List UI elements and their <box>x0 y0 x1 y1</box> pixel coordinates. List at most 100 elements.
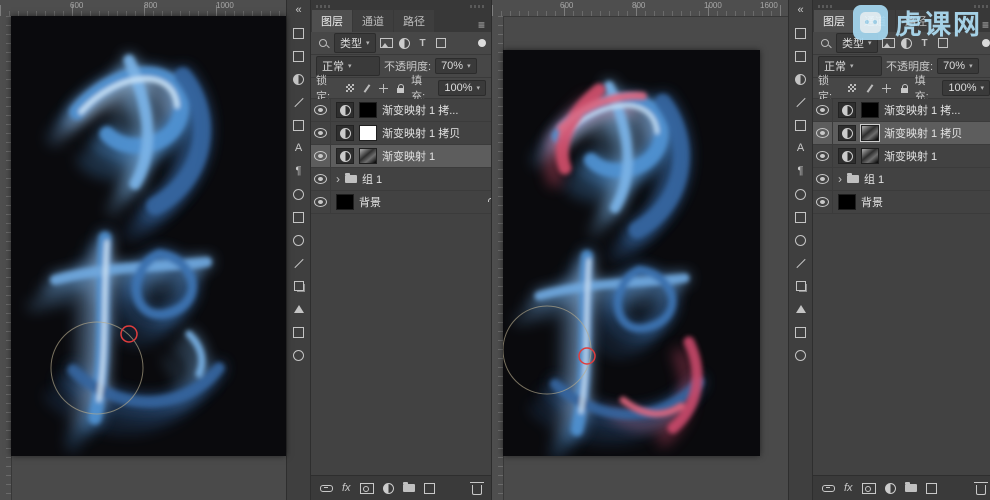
swatches-icon[interactable] <box>291 49 306 63</box>
background-layer-row[interactable]: 背景 <box>813 191 990 214</box>
filter-shape-layers-icon[interactable] <box>434 36 448 50</box>
layer-thumb[interactable] <box>336 194 354 210</box>
visibility-toggle[interactable] <box>813 168 833 190</box>
fill-dropdown[interactable]: 100% ▾ <box>942 80 990 96</box>
layer-mask-thumb[interactable] <box>861 102 879 118</box>
layer-mask-icon[interactable] <box>861 482 876 494</box>
curves-icon[interactable] <box>793 256 808 270</box>
visibility-toggle[interactable] <box>311 191 331 213</box>
layer-style-fx-icon[interactable]: fx <box>844 482 853 494</box>
visibility-toggle[interactable] <box>813 99 833 121</box>
layer-thumb[interactable] <box>838 194 856 210</box>
navigator-icon[interactable] <box>793 302 808 316</box>
visibility-toggle[interactable] <box>813 122 833 144</box>
link-layers-icon[interactable] <box>822 484 835 492</box>
layer-name[interactable]: 渐变映射 1 拷... <box>884 102 960 118</box>
layer-name[interactable]: 渐变映射 1 拷贝 <box>884 125 962 141</box>
group-row[interactable]: › 组 1 <box>311 168 491 191</box>
fill-dropdown[interactable]: 100% ▾ <box>438 80 486 96</box>
character-panel-icon[interactable]: A <box>291 141 306 155</box>
filter-toggle[interactable] <box>478 39 486 47</box>
document-canvas-left[interactable] <box>11 16 286 456</box>
layer-name[interactable]: 背景 <box>861 194 883 210</box>
collapse-panels-icon[interactable]: « <box>793 3 808 17</box>
lock-all-icon[interactable] <box>394 81 407 95</box>
new-group-icon[interactable] <box>904 482 917 492</box>
group-row[interactable]: › 组 1 <box>813 168 990 191</box>
brush-settings-icon[interactable] <box>291 26 306 40</box>
gradient-icon[interactable] <box>793 95 808 109</box>
adjustment-layer-thumb[interactable] <box>336 148 354 164</box>
layer-name[interactable]: 渐变映射 1 <box>382 148 435 164</box>
lock-transparency-icon[interactable] <box>846 81 859 95</box>
libraries-icon[interactable] <box>291 348 306 362</box>
new-group-icon[interactable] <box>402 482 415 492</box>
crop-icon[interactable] <box>793 279 808 293</box>
layer-row-selected[interactable]: 渐变映射 1 拷贝 <box>813 122 990 145</box>
lock-position-icon[interactable] <box>880 81 893 95</box>
libraries-icon[interactable] <box>793 348 808 362</box>
panel-menu-icon[interactable]: ≡ <box>472 18 491 32</box>
visibility-toggle[interactable] <box>311 168 331 190</box>
adjustment-layer-icon[interactable] <box>884 482 896 494</box>
filter-type-layers-icon[interactable]: T <box>416 36 430 50</box>
layer-mask-thumb[interactable] <box>861 148 879 164</box>
group-expand-chevron-icon[interactable]: › <box>838 173 842 185</box>
adjustment-layer-thumb[interactable] <box>838 102 856 118</box>
tab-paths[interactable]: 路径 <box>394 10 434 32</box>
document-canvas-right[interactable] <box>503 50 760 456</box>
gradient-icon[interactable] <box>291 95 306 109</box>
layer-row[interactable]: 渐变映射 1 拷... <box>813 99 990 122</box>
layer-mask-thumb[interactable] <box>359 148 377 164</box>
layer-mask-thumb[interactable] <box>359 125 377 141</box>
new-layer-icon[interactable] <box>423 482 435 494</box>
adjustment-layer-thumb[interactable] <box>838 125 856 141</box>
styles-icon[interactable] <box>291 118 306 132</box>
layer-style-fx-icon[interactable]: fx <box>342 482 351 494</box>
layer-mask-icon[interactable] <box>359 482 374 494</box>
info-icon[interactable] <box>291 233 306 247</box>
lock-pixels-icon[interactable] <box>863 81 876 95</box>
navigator-icon[interactable] <box>291 302 306 316</box>
lock-position-icon[interactable] <box>377 81 390 95</box>
layer-row[interactable]: 渐变映射 1 <box>813 145 990 168</box>
canvas-area-left[interactable]: 600 800 1000 <box>0 0 286 500</box>
tab-layers[interactable]: 图层 <box>814 10 854 32</box>
tab-layers[interactable]: 图层 <box>312 10 352 32</box>
layer-name[interactable]: 背景 <box>359 194 381 210</box>
collapse-panels-icon[interactable]: « <box>291 3 306 17</box>
opacity-dropdown[interactable]: 70% ▾ <box>937 58 979 74</box>
group-name[interactable]: 组 1 <box>362 171 382 187</box>
filter-adjustment-layers-icon[interactable] <box>398 36 412 50</box>
filter-pixel-layers-icon[interactable] <box>380 36 394 50</box>
delete-layer-icon[interactable] <box>470 481 484 495</box>
adjustments-icon[interactable] <box>793 72 808 86</box>
background-layer-row[interactable]: 背景 <box>311 191 491 214</box>
new-layer-icon[interactable] <box>925 482 937 494</box>
group-name[interactable]: 组 1 <box>864 171 884 187</box>
canvas-area-right[interactable]: 600 800 1000 1600 <box>492 0 788 500</box>
paragraph-panel-icon[interactable]: ¶ <box>291 164 306 178</box>
layer-row[interactable]: 渐变映射 1 拷... <box>311 99 491 122</box>
layer-row-selected[interactable]: 渐变映射 1 <box>311 145 491 168</box>
adjustments-icon[interactable] <box>291 72 306 86</box>
layer-name[interactable]: 渐变映射 1 拷... <box>382 102 458 118</box>
layer-mask-thumb[interactable] <box>860 124 880 142</box>
swatches-icon[interactable] <box>793 49 808 63</box>
link-layers-icon[interactable] <box>320 484 333 492</box>
visibility-toggle[interactable] <box>311 145 331 167</box>
visibility-toggle[interactable] <box>813 145 833 167</box>
properties-icon[interactable] <box>291 210 306 224</box>
properties-icon[interactable] <box>793 210 808 224</box>
glyphs-icon[interactable] <box>291 187 306 201</box>
layer-mask-thumb[interactable] <box>359 102 377 118</box>
layer-row[interactable]: 渐变映射 1 拷贝 <box>311 122 491 145</box>
adjustment-layer-thumb[interactable] <box>336 102 354 118</box>
glyphs-icon[interactable] <box>793 187 808 201</box>
layer-name[interactable]: 渐变映射 1 <box>884 148 937 164</box>
lock-transparency-icon[interactable] <box>343 81 356 95</box>
adjustment-layer-thumb[interactable] <box>838 148 856 164</box>
visibility-toggle[interactable] <box>813 191 833 213</box>
filter-toggle[interactable] <box>982 39 990 47</box>
styles-icon[interactable] <box>793 118 808 132</box>
